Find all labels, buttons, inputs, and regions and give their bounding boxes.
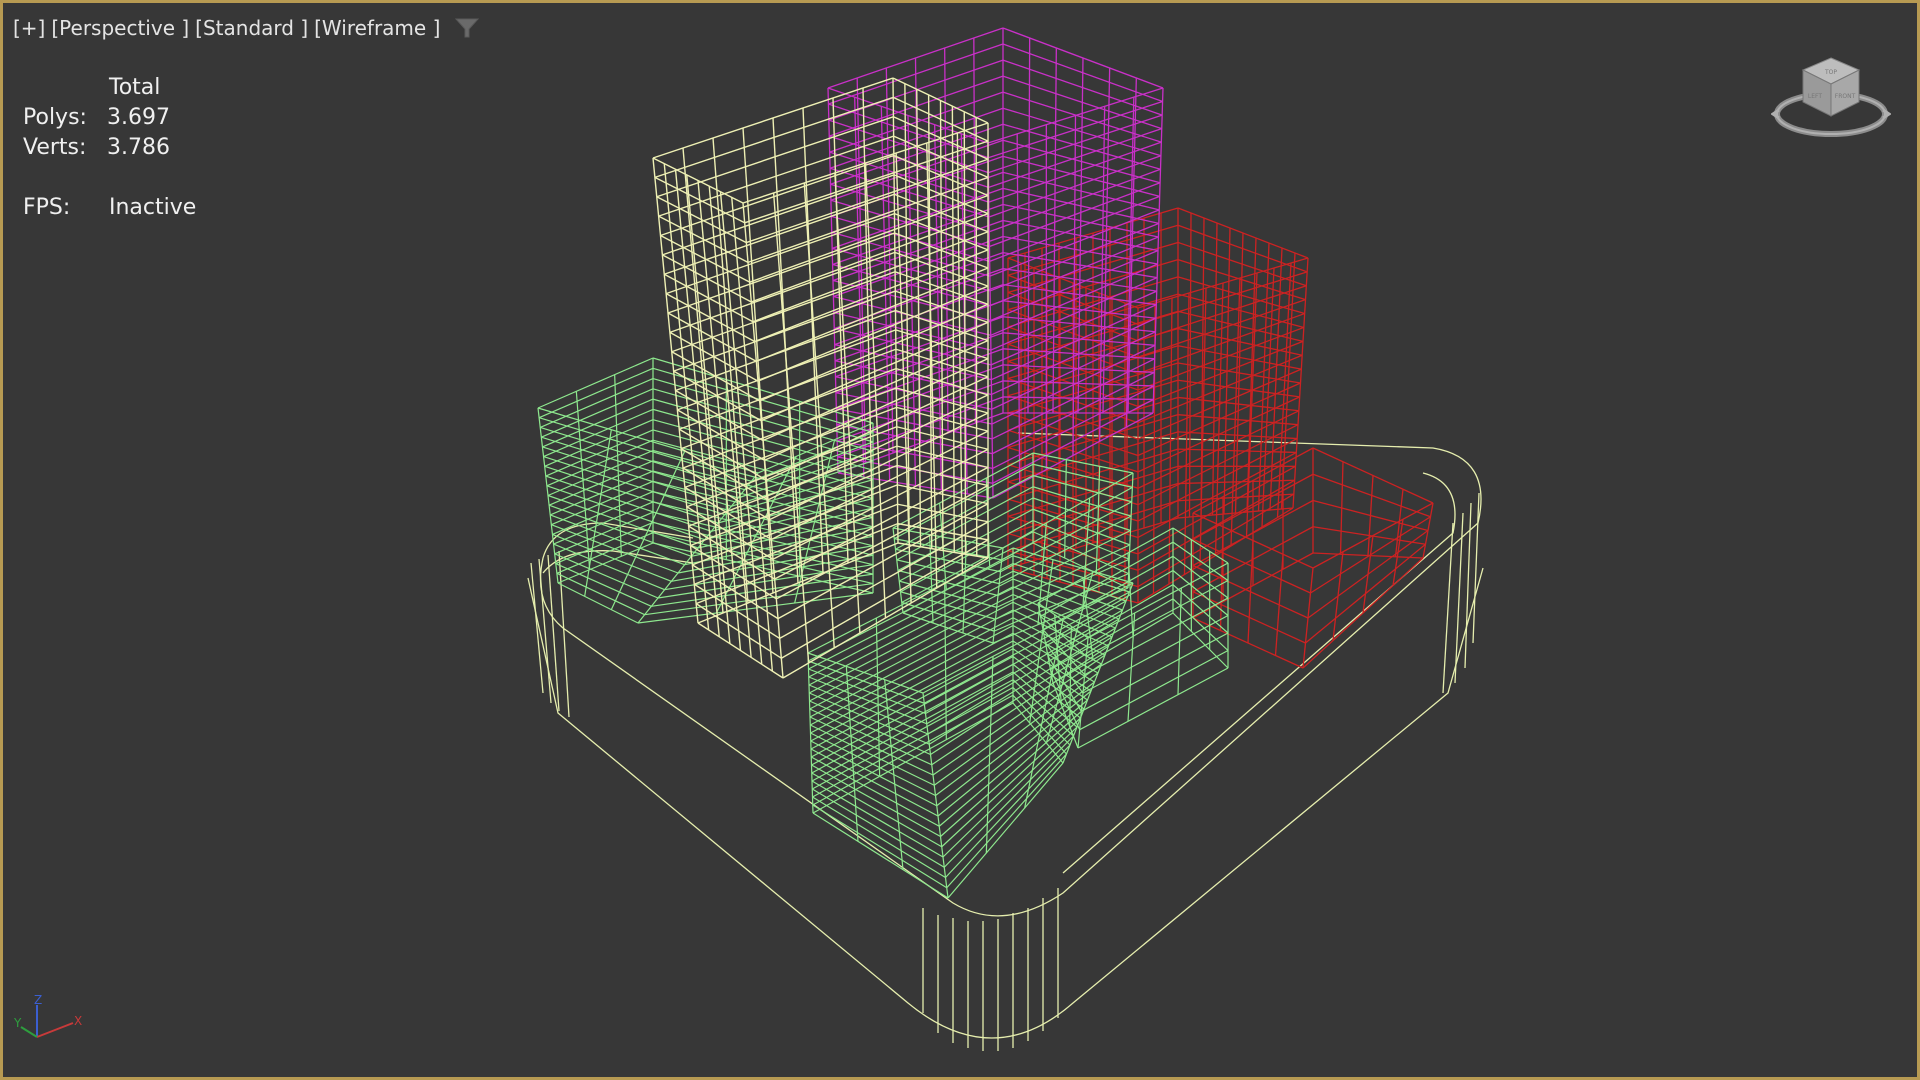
green-block-edge <box>810 624 1014 734</box>
perspective-viewport[interactable]: [+] [Perspective ] [Standard ] [Wirefram… <box>3 3 1917 1077</box>
green-block-edge <box>537 357 654 409</box>
axis-tripod-icon: Z X Y <box>13 993 93 1053</box>
green-block-edge <box>1081 632 1229 712</box>
base-corner-segment <box>1464 502 1472 669</box>
white-tower-edge <box>963 111 967 555</box>
white-tower-wireframe <box>652 77 989 679</box>
verts-label: Verts: <box>23 135 87 160</box>
green-block-edge <box>926 609 1123 725</box>
fps-row: FPS: Inactive <box>23 193 223 223</box>
magenta-tower-edge <box>1027 37 1031 414</box>
verts-row: Verts: 3.786 <box>23 133 223 163</box>
green-block-edge <box>812 686 1014 798</box>
funnel-icon[interactable] <box>453 16 481 40</box>
polys-value: 3.697 <box>107 105 170 130</box>
viewport-shading-wireframe-menu[interactable]: [Wireframe ] <box>311 16 443 40</box>
green-block-edge <box>812 804 948 889</box>
viewport-shading-standard-menu[interactable]: [Standard ] <box>192 16 311 40</box>
green-block-edge <box>538 367 654 419</box>
red-block-edge <box>1332 551 1344 641</box>
green-block-edge <box>811 671 1014 782</box>
base-inner-edge <box>542 472 1456 874</box>
green-block-edge <box>811 679 1014 790</box>
green-block-edge <box>555 563 652 607</box>
green-block-edge <box>1032 474 1132 503</box>
green-block-edge <box>557 542 654 584</box>
statistics-overlay: Total Polys: 3.697 Verts: 3.786 FPS: Ina… <box>23 73 223 223</box>
green-block-edge <box>811 764 941 838</box>
green-block-edge <box>812 812 949 899</box>
green-block-edge <box>1064 459 1067 559</box>
white-tower-edge <box>975 117 978 557</box>
red-block-edge <box>1261 267 1275 528</box>
green-block-edge <box>942 726 1078 858</box>
green-block-edge <box>945 744 1071 878</box>
fps-label: FPS: <box>23 195 71 220</box>
base-corner-segment <box>558 550 570 718</box>
green-block-edge <box>810 640 1014 750</box>
green-block-edge <box>539 378 654 428</box>
base-corner-segment <box>1472 492 1480 644</box>
viewport-label-menu: [+] [Perspective ] [Standard ] [Wirefram… <box>10 15 481 41</box>
viewport-pov-menu[interactable]: [Perspective ] <box>48 16 192 40</box>
viewcube-face-left: LEFT <box>1808 93 1822 100</box>
green-block-edge <box>1032 463 1133 488</box>
polys-label: Polys: <box>23 105 87 130</box>
green-block-edge <box>810 632 1014 742</box>
viewcube-face-top: TOP <box>1824 69 1837 76</box>
green-block-edge <box>541 388 654 438</box>
viewcube-face-front: FRONT <box>1835 93 1856 100</box>
white-tower-edge <box>772 192 810 664</box>
green-block-edge <box>542 398 654 448</box>
axis-x-label: X <box>74 1014 82 1028</box>
green-block-edge <box>610 451 686 610</box>
white-tower-edge <box>674 169 720 637</box>
green-block-edge <box>711 488 874 532</box>
stats-header: Total <box>109 75 161 100</box>
green-block-edge <box>1012 601 1109 647</box>
green-block-edge <box>556 532 654 574</box>
green-block-edge <box>809 593 1014 702</box>
green-block-edge <box>811 663 1014 774</box>
red-block-edge <box>1188 212 1192 518</box>
green-block-edge <box>1077 667 1229 749</box>
green-block-edge <box>556 572 645 616</box>
green-block-edge <box>884 679 904 870</box>
verts-value: 3.786 <box>107 135 170 160</box>
viewport-plus-menu[interactable]: [+] <box>10 16 48 40</box>
base-corner-segment <box>1442 522 1454 694</box>
green-block-edge <box>1127 612 1136 722</box>
red-block-edge <box>1247 540 1254 644</box>
polys-row: Polys: 3.697 <box>23 103 223 133</box>
white-tower-edge <box>956 132 964 574</box>
green-block-edge <box>941 717 1081 848</box>
green-block-edge <box>547 494 699 549</box>
green-block-edge <box>1084 597 1229 676</box>
green-block-edge <box>557 582 639 624</box>
green-block-edge <box>552 491 654 535</box>
axis-z-label: Z <box>34 993 42 1007</box>
red-block-edge <box>1274 554 1284 656</box>
green-block-edge <box>554 553 659 599</box>
white-tower-edge <box>832 97 849 564</box>
green-block-edge <box>809 601 1014 710</box>
green-block-edge <box>943 735 1074 868</box>
fps-value: Inactive <box>109 195 197 220</box>
wireframe-scene <box>527 27 1484 1051</box>
viewcube-icon[interactable]: TOP LEFT FRONT <box>1770 52 1892 152</box>
axis-y-label: Y <box>13 1016 22 1030</box>
base-corner-segment <box>1454 512 1464 684</box>
